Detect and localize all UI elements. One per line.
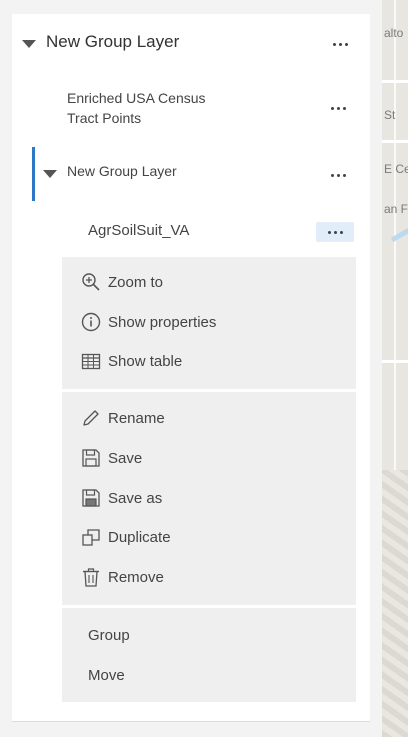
menu-section-arrange: Group Move — [62, 608, 356, 702]
save-icon — [82, 449, 100, 467]
layer-title: New Group Layer — [67, 163, 177, 179]
map-label: alto — [384, 26, 404, 40]
caret-down-icon[interactable] — [43, 170, 57, 178]
map-terrain — [382, 470, 408, 737]
map-view[interactable]: alto St E Ce an F — [382, 0, 408, 737]
map-road — [382, 80, 408, 83]
pencil-icon — [83, 410, 99, 426]
menu-item-duplicate[interactable]: Duplicate — [80, 525, 171, 549]
layer-item-nested-group[interactable]: New Group Layer — [12, 147, 370, 201]
more-options-icon[interactable] — [319, 165, 357, 185]
menu-item-rename[interactable]: Rename — [80, 406, 165, 430]
more-options-icon[interactable] — [321, 34, 359, 54]
menu-item-zoom-to[interactable]: Zoom to — [80, 270, 163, 294]
menu-item-show-properties[interactable]: Show properties — [80, 310, 216, 334]
menu-item-label: Save as — [108, 489, 163, 507]
layer-title: New Group Layer — [46, 32, 180, 51]
menu-item-label: Remove — [108, 568, 164, 586]
menu-item-label: Show properties — [108, 313, 217, 331]
layer-item-enriched[interactable]: Enriched USA Census Tract Points — [12, 88, 370, 132]
map-label: St — [384, 108, 396, 122]
menu-section-edit: Rename Save Save as Duplicate Remove — [62, 392, 356, 605]
map-label: an F — [384, 202, 408, 216]
menu-item-group[interactable]: Group — [80, 623, 130, 647]
layer-title: AgrSoilSuit_VA — [88, 222, 190, 239]
menu-item-label: Group — [88, 626, 130, 644]
table-icon — [81, 353, 101, 370]
menu-item-save-as[interactable]: Save as — [80, 486, 162, 510]
layer-title-line1: Enriched USA Census — [67, 90, 206, 106]
layer-list-panel: New Group Layer Enriched USA Census Trac… — [12, 14, 370, 722]
menu-item-save[interactable]: Save — [80, 446, 142, 470]
layer-title-line2: Tract Points — [67, 110, 142, 126]
menu-item-show-table[interactable]: Show table — [80, 349, 182, 373]
map-road — [382, 140, 408, 143]
more-options-icon[interactable] — [319, 98, 357, 118]
caret-down-icon[interactable] — [22, 40, 36, 48]
menu-section-view: Zoom to Show properties Show table — [62, 257, 356, 389]
map-road — [382, 360, 408, 363]
zoom-to-icon — [82, 273, 100, 291]
menu-item-remove[interactable]: Remove — [80, 565, 164, 589]
menu-item-label: Rename — [108, 409, 165, 427]
map-label: E Ce — [384, 162, 408, 176]
save-as-icon — [82, 489, 100, 507]
more-options-icon[interactable] — [316, 222, 354, 242]
menu-item-label: Show table — [108, 352, 183, 370]
duplicate-icon — [82, 529, 100, 546]
menu-item-label: Save — [108, 449, 143, 467]
menu-item-label: Duplicate — [108, 528, 171, 546]
menu-item-label: Move — [88, 666, 125, 684]
info-icon — [81, 312, 101, 332]
selection-indicator — [32, 147, 35, 201]
menu-item-label: Zoom to — [108, 273, 164, 291]
trash-icon — [83, 568, 99, 587]
layer-item-selected[interactable]: AgrSoilSuit_VA — [12, 220, 370, 244]
menu-item-move[interactable]: Move — [80, 663, 125, 687]
layer-item-top-group[interactable]: New Group Layer — [12, 28, 370, 58]
